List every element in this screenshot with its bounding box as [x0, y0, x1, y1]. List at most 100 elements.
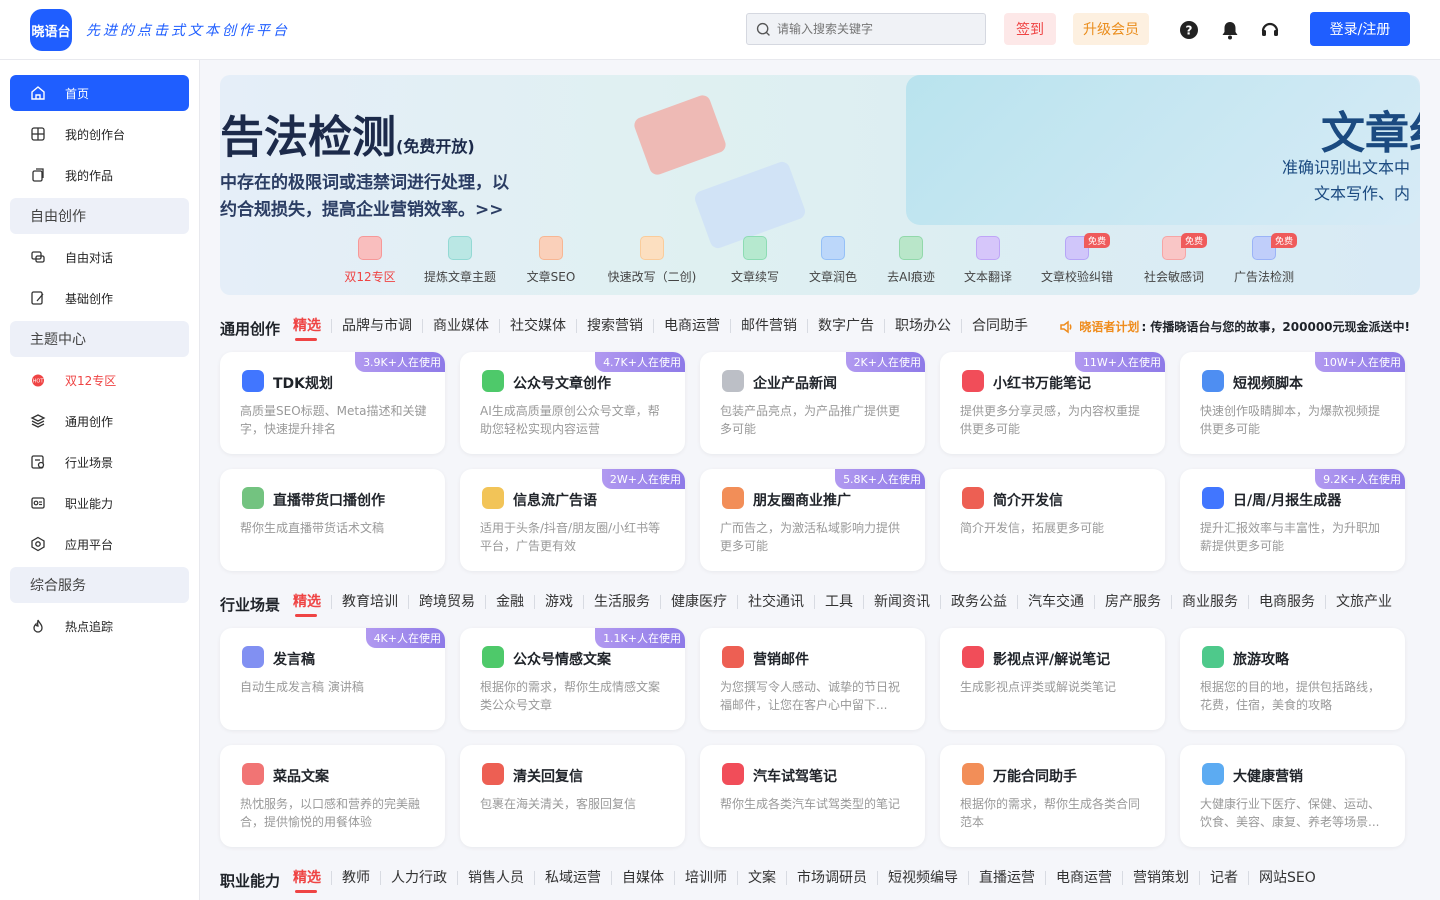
- search-input[interactable]: [777, 22, 967, 36]
- category-tab[interactable]: 跨境贸易: [408, 595, 485, 609]
- sidebar-item-basic-create[interactable]: 基础创作: [10, 280, 189, 316]
- tool-card[interactable]: 万能合同助手 根据你的需求，帮你生成各类合同范本: [940, 745, 1165, 847]
- tool-card[interactable]: 企业产品新闻 包装产品亮点，为产品推广提供更多可能 2K+人在使用: [700, 352, 925, 454]
- tool-card[interactable]: 小红书万能笔记 提供更多分享灵感，为内容权重提供更多可能 11W+人在使用: [940, 352, 1165, 454]
- customer-service-icon[interactable]: [1259, 19, 1281, 41]
- sidebar-item-workbench[interactable]: 我的创作台: [10, 116, 189, 152]
- category-tab[interactable]: 邮件营销: [730, 319, 807, 333]
- category-tab[interactable]: 商业媒体: [422, 319, 499, 333]
- sidebar-group-free-create[interactable]: 自由创作: [10, 198, 189, 234]
- tool-card[interactable]: 旅游攻略 根据您的目的地，提供包括路线，花费，住宿，美食的攻略: [1180, 628, 1405, 730]
- tool-card[interactable]: 日/周/月报生成器 提升汇报效率与丰富性，为升职加薪提供更多可能 9.2K+人在使用: [1180, 469, 1405, 571]
- category-tab[interactable]: 电商服务: [1248, 595, 1325, 609]
- help-icon[interactable]: ?: [1178, 19, 1200, 41]
- banner-tool-item[interactable]: 文章SEO: [516, 236, 586, 286]
- category-tab[interactable]: 文旅产业: [1325, 595, 1402, 609]
- banner-tool-item[interactable]: 提炼文章主题: [424, 236, 496, 286]
- category-tab[interactable]: 金融: [485, 595, 534, 609]
- tool-card[interactable]: 公众号情感文案 根据你的需求，帮你生成情感文案类公众号文章 1.1K+人在使用: [460, 628, 685, 730]
- category-tab[interactable]: 私域运营: [534, 871, 611, 885]
- category-tab[interactable]: 数字广告: [807, 319, 884, 333]
- category-tab[interactable]: 健康医疗: [660, 595, 737, 609]
- category-tab[interactable]: 精选: [293, 319, 331, 341]
- category-tab[interactable]: 网站SEO: [1248, 871, 1326, 885]
- sidebar-item-trends[interactable]: 热点追踪: [10, 608, 189, 644]
- tool-card[interactable]: 朋友圈商业推广 广而告之，为激活私域影响力提供更多可能 5.8K+人在使用: [700, 469, 925, 571]
- tool-card[interactable]: 简介开发信 简介开发信，拓展更多可能: [940, 469, 1165, 571]
- category-tab[interactable]: 销售人员: [457, 871, 534, 885]
- tool-card[interactable]: 汽车试驾笔记 帮你生成各类汽车试驾类型的笔记: [700, 745, 925, 847]
- category-tab[interactable]: 工具: [814, 595, 863, 609]
- tool-card[interactable]: 直播带货口播创作 帮你生成直播带货话术文稿: [220, 469, 445, 571]
- category-tab[interactable]: 品牌与市调: [331, 319, 422, 333]
- category-tab[interactable]: 政务公益: [940, 595, 1017, 609]
- tool-card[interactable]: 营销邮件 为您撰写令人感动、诚挚的节日祝福邮件，让您在客户心中留下...: [700, 628, 925, 730]
- category-tab[interactable]: 职场办公: [884, 319, 961, 333]
- tool-icon: [448, 236, 472, 260]
- category-tab[interactable]: 社交通讯: [737, 595, 814, 609]
- tool-card[interactable]: 影视点评/解说笔记 生成影视点评类或解说类笔记: [940, 628, 1165, 730]
- login-register-button[interactable]: 登录/注册: [1310, 12, 1410, 46]
- promo-notice[interactable]: 晓语者计划 : 传播晓语台与您的故事，200000元现金派送中!: [1059, 318, 1410, 335]
- category-tab[interactable]: 新闻资讯: [863, 595, 940, 609]
- category-tab[interactable]: 培训师: [674, 871, 737, 885]
- tool-card[interactable]: 信息流广告语 适用于头条/抖音/朋友圈/小红书等平台，广告更有效 2W+人在使用: [460, 469, 685, 571]
- category-tab[interactable]: 房产服务: [1094, 595, 1171, 609]
- sidebar-item-profession[interactable]: 职业能力: [10, 485, 189, 521]
- banner-tool-item[interactable]: 文章续写: [720, 236, 790, 286]
- sidebar-item-platform[interactable]: 应用平台: [10, 526, 189, 562]
- banner-tool-item[interactable]: 双12专区: [335, 236, 405, 286]
- banner-slide-next[interactable]: 文章纠 准确识别出文本中文本写作、内: [906, 75, 1420, 225]
- category-tab[interactable]: 社交媒体: [499, 319, 576, 333]
- sidebar-item-home[interactable]: 首页: [10, 75, 189, 111]
- banner-tool-item[interactable]: 去AI痕迹: [876, 236, 946, 286]
- category-tab[interactable]: 直播运营: [968, 871, 1045, 885]
- tool-card[interactable]: 清关回复信 包裹在海关清关，客服回复信: [460, 745, 685, 847]
- banner-tool-item[interactable]: 文章润色: [798, 236, 868, 286]
- logo[interactable]: 晓语台: [30, 9, 72, 51]
- category-tab[interactable]: 记者: [1199, 871, 1248, 885]
- category-tab[interactable]: 游戏: [534, 595, 583, 609]
- category-tab[interactable]: 精选: [293, 871, 331, 893]
- banner-tool-item[interactable]: 快速改写（二创): [608, 236, 696, 286]
- banner-tool-item[interactable]: 社会敏感词 免费: [1139, 233, 1209, 286]
- signin-button[interactable]: 签到: [1004, 13, 1056, 45]
- category-tab[interactable]: 教育培训: [331, 595, 408, 609]
- tool-card[interactable]: 菜品文案 热忱服务，以口感和营养的完美融合，提供愉悦的用餐体验: [220, 745, 445, 847]
- category-tab[interactable]: 人力行政: [380, 871, 457, 885]
- category-tab[interactable]: 短视频编导: [877, 871, 968, 885]
- sidebar-item-general[interactable]: 通用创作: [10, 403, 189, 439]
- category-tab[interactable]: 电商运营: [653, 319, 730, 333]
- tool-card[interactable]: 公众号文章创作 AI生成高质量原创公众号文章，帮助您轻松实现内容运营 4.7K+人在…: [460, 352, 685, 454]
- sidebar-item-chat[interactable]: 自由对话: [10, 239, 189, 275]
- category-tab[interactable]: 市场调研员: [786, 871, 877, 885]
- search-box[interactable]: [746, 13, 986, 45]
- category-tab[interactable]: 汽车交通: [1017, 595, 1094, 609]
- category-tab[interactable]: 商业服务: [1171, 595, 1248, 609]
- sidebar-item-industry[interactable]: 行业场景: [10, 444, 189, 480]
- category-tab[interactable]: 文案: [737, 871, 786, 885]
- category-tab[interactable]: 教师: [331, 871, 380, 885]
- tool-card[interactable]: 发言稿 自动生成发言稿 演讲稿 4K+人在使用: [220, 628, 445, 730]
- sidebar-item-double12[interactable]: HOT 双12专区: [10, 362, 189, 398]
- sidebar-group-theme-center[interactable]: 主题中心: [10, 321, 189, 357]
- tool-card[interactable]: 大健康营销 大健康行业下医疗、保健、运动、饮食、美容、康复、养老等场景...: [1180, 745, 1405, 847]
- banner-carousel[interactable]: 告法检测(免费开放) 中存在的极限词或违禁词进行处理，以 约合规损失，提高企业营销…: [220, 75, 1420, 295]
- banner-tool-item[interactable]: 广告法检测 免费: [1229, 233, 1299, 286]
- notification-bell-icon[interactable]: [1219, 19, 1241, 41]
- category-tab[interactable]: 生活服务: [583, 595, 660, 609]
- tool-card[interactable]: TDK规划 高质量SEO标题、Meta描述和关键字，快速提升排名 3.9K+人在使用: [220, 352, 445, 454]
- category-tab[interactable]: 营销策划: [1122, 871, 1199, 885]
- category-tab[interactable]: 合同助手: [961, 319, 1038, 333]
- sidebar-group-services[interactable]: 综合服务: [10, 567, 189, 603]
- banner-tool-item[interactable]: 文章校验纠错 免费: [1041, 233, 1113, 286]
- category-tab[interactable]: 电商运营: [1045, 871, 1122, 885]
- upgrade-vip-button[interactable]: 升级会员: [1073, 13, 1149, 45]
- category-tab[interactable]: 自媒体: [611, 871, 674, 885]
- wechat-icon: [482, 370, 504, 392]
- tool-card[interactable]: 短视频脚本 快速创作吸睛脚本，为爆款视频提供更多可能 10W+人在使用: [1180, 352, 1405, 454]
- banner-tool-item[interactable]: 文本翻译: [953, 236, 1023, 286]
- category-tab[interactable]: 搜索营销: [576, 319, 653, 333]
- sidebar-item-my-works[interactable]: 我的作品: [10, 157, 189, 193]
- category-tab[interactable]: 精选: [293, 595, 331, 617]
